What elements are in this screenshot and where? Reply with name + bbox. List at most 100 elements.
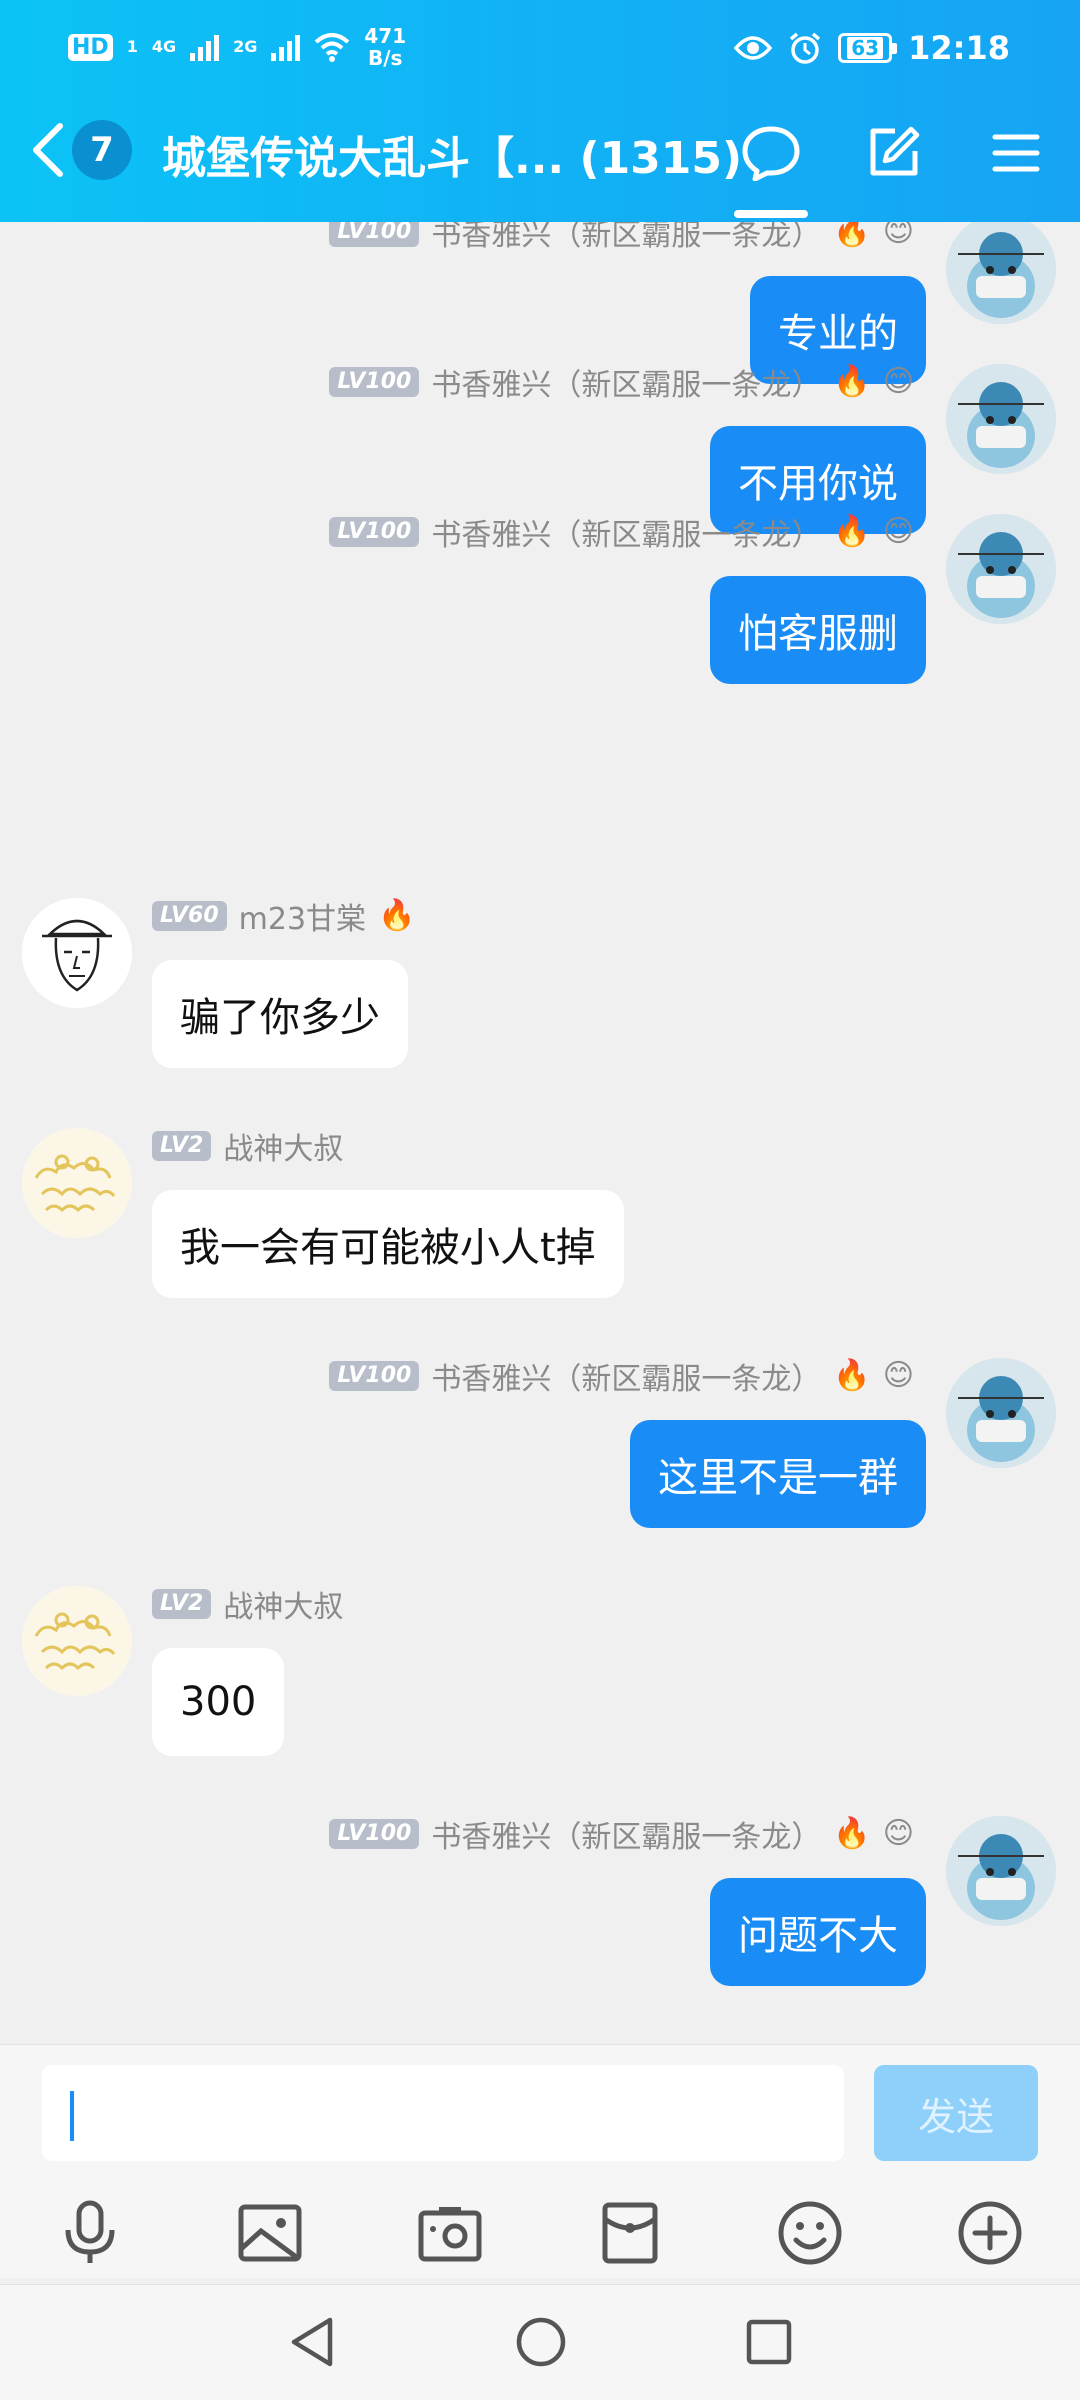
hd-icon: HD xyxy=(68,33,113,61)
sender-name[interactable]: 战神大叔 xyxy=(223,1124,343,1168)
sender-name[interactable]: 书香雅兴（新区霸服一条龙） xyxy=(431,510,821,554)
sender-name[interactable]: 书香雅兴（新区霸服一条龙） xyxy=(431,1812,821,1856)
mascot-avatar-icon xyxy=(946,1358,1056,1468)
sender-info: LV60 m23甘棠 🔥 xyxy=(152,898,416,937)
avatar[interactable] xyxy=(946,364,1056,474)
square-recents-icon xyxy=(746,2319,792,2365)
message-bubble[interactable]: 怕客服删 xyxy=(710,576,926,684)
nav-home-button[interactable] xyxy=(508,2309,574,2375)
level-badge: LV100 xyxy=(329,222,420,247)
menu-icon xyxy=(992,134,1040,172)
battery-icon: 63 xyxy=(838,33,898,63)
avatar[interactable] xyxy=(22,1586,132,1696)
avatar[interactable] xyxy=(22,898,132,1008)
sender-name[interactable]: 书香雅兴（新区霸服一条龙） xyxy=(431,360,821,404)
mascot-avatar-icon xyxy=(946,514,1056,624)
camera-button[interactable] xyxy=(412,2195,488,2271)
fire-icon: 🔥 xyxy=(833,514,871,549)
header: HD 1 4G 2G 471 B/s 63 12:18 7 城堡传说大乱斗【..… xyxy=(0,0,1080,222)
sketch-face-avatar-icon xyxy=(22,898,132,1008)
level-badge: LV60 xyxy=(152,901,227,931)
fire-icon: 🔥 xyxy=(833,222,871,249)
clock: 12:18 xyxy=(908,29,1010,67)
signal-icon-2 xyxy=(271,33,301,61)
fire-icon: 🔥 xyxy=(833,364,871,399)
sender-name[interactable]: 书香雅兴（新区霸服一条龙） xyxy=(431,1354,821,1398)
speed-unit: B/s xyxy=(368,46,403,70)
message-bubble[interactable]: 问题不大 xyxy=(710,1878,926,1986)
alarm-icon xyxy=(790,32,821,64)
status-left: HD 1 4G 2G 471 B/s xyxy=(68,22,406,72)
sender-info: LV100 书香雅兴（新区霸服一条龙） 🔥 😊 xyxy=(329,1816,914,1855)
avatar[interactable] xyxy=(946,1816,1056,1926)
red-packet-icon xyxy=(602,2202,658,2264)
red-packet-button[interactable] xyxy=(592,2195,668,2271)
signal-icon-1 xyxy=(190,33,220,61)
edit-icon xyxy=(870,126,920,176)
avatar[interactable] xyxy=(946,514,1056,624)
sender-name[interactable]: 书香雅兴（新区霸服一条龙） xyxy=(431,222,821,254)
wifi-icon xyxy=(315,33,350,62)
voice-button[interactable] xyxy=(52,2195,128,2271)
sender-info: LV100 书香雅兴（新区霸服一条龙） 🔥 😊 xyxy=(329,364,914,403)
smile-badge-icon: 😊 xyxy=(882,364,914,399)
level-badge: LV2 xyxy=(152,1131,212,1161)
triangle-back-icon xyxy=(291,2317,333,2367)
image-button[interactable] xyxy=(232,2195,308,2271)
title-bar: 7 城堡传说大乱斗【... (1315) xyxy=(0,92,1080,222)
fire-icon: 🔥 xyxy=(378,898,416,933)
emoji-icon xyxy=(778,2201,842,2265)
mascot-avatar-icon xyxy=(946,364,1056,474)
mascot-avatar-icon xyxy=(946,222,1056,324)
unread-count-badge: 7 xyxy=(72,120,132,180)
smile-badge-icon: 😊 xyxy=(882,1358,914,1393)
message-list[interactable]: LV100 书香雅兴（新区霸服一条龙） 🔥 😊 专业的 LV100 书香雅兴（新… xyxy=(0,222,1080,2044)
emoji-button[interactable] xyxy=(772,2195,848,2271)
speed-value: 471 xyxy=(364,24,407,48)
input-area: 发送 xyxy=(0,2044,1080,2278)
sender-info: LV100 书香雅兴（新区霸服一条龙） 🔥 😊 xyxy=(329,1358,914,1397)
more-button[interactable] xyxy=(952,2195,1028,2271)
sender-name[interactable]: 战神大叔 xyxy=(223,1582,343,1626)
nav-recents-button[interactable] xyxy=(736,2309,802,2375)
sender-info: LV2 战神大叔 xyxy=(152,1128,343,1167)
level-badge: LV100 xyxy=(329,1361,420,1391)
battery-level: 63 xyxy=(847,37,884,59)
nav-back-button[interactable] xyxy=(278,2309,344,2375)
eye-icon xyxy=(734,36,773,60)
cloud-pattern-avatar-icon xyxy=(22,1586,132,1696)
sender-info: LV100 书香雅兴（新区霸服一条龙） 🔥 😊 xyxy=(329,222,914,253)
compose-button[interactable] xyxy=(862,122,924,184)
chevron-left-icon xyxy=(33,123,63,177)
network-type-2: 2G xyxy=(233,37,258,56)
smile-badge-icon: 😊 xyxy=(882,514,914,549)
network-type-1: 4G xyxy=(151,37,177,56)
sender-info: LV2 战神大叔 xyxy=(152,1586,343,1625)
group-title[interactable]: 城堡传说大乱斗【... (1315) xyxy=(162,122,742,186)
input-toolbar xyxy=(0,2195,1080,2275)
menu-button[interactable] xyxy=(985,122,1047,184)
status-right: 63 12:18 xyxy=(734,26,1010,70)
cloud-pattern-avatar-icon xyxy=(22,1128,132,1238)
system-nav-bar xyxy=(0,2284,1080,2400)
avatar[interactable] xyxy=(946,222,1056,324)
level-badge: LV100 xyxy=(329,367,420,397)
tab-chat[interactable] xyxy=(740,122,802,184)
circle-home-icon xyxy=(516,2317,566,2367)
message-input[interactable] xyxy=(42,2065,844,2161)
avatar[interactable] xyxy=(22,1128,132,1238)
level-badge: LV100 xyxy=(329,517,420,547)
avatar[interactable] xyxy=(946,1358,1056,1468)
smile-badge-icon: 😊 xyxy=(882,1816,914,1851)
fire-icon: 🔥 xyxy=(833,1816,871,1851)
back-button[interactable]: 7 xyxy=(30,118,140,182)
message-bubble[interactable]: 我一会有可能被小人t掉 xyxy=(152,1190,624,1298)
message-bubble[interactable]: 骗了你多少 xyxy=(152,960,408,1068)
message-bubble[interactable]: 这里不是一群 xyxy=(630,1420,926,1528)
message-bubble[interactable]: 300 xyxy=(152,1648,285,1756)
send-button[interactable]: 发送 xyxy=(874,2065,1038,2161)
status-bar: HD 1 4G 2G 471 B/s 63 12:18 xyxy=(0,0,1080,92)
sender-info: LV100 书香雅兴（新区霸服一条龙） 🔥 😊 xyxy=(329,514,914,553)
level-badge: LV2 xyxy=(152,1589,212,1619)
sender-name[interactable]: m23甘棠 xyxy=(239,894,366,938)
